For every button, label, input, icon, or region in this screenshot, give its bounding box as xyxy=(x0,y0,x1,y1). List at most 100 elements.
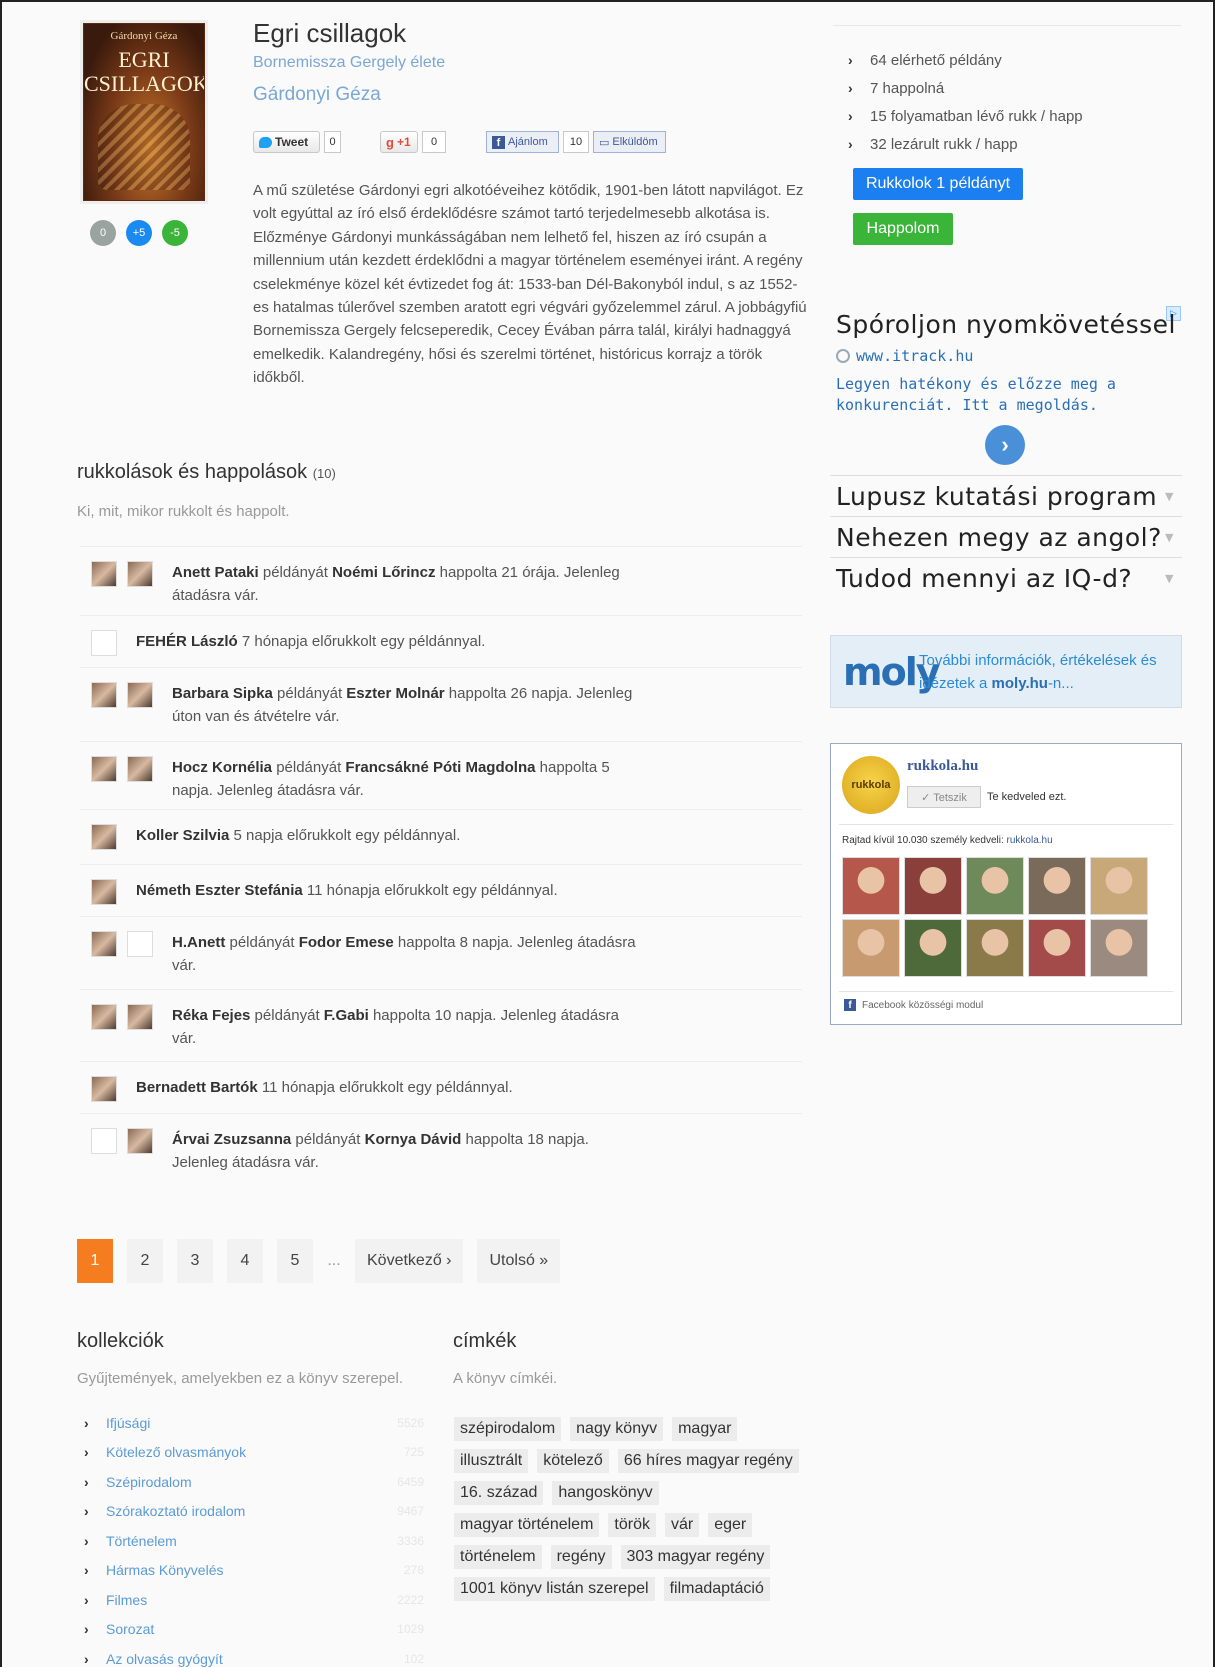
owner-avatar[interactable] xyxy=(91,931,117,957)
collection-item[interactable]: › Történelem 3336 xyxy=(84,1526,424,1556)
taker-avatar[interactable] xyxy=(127,1004,153,1030)
owner-name-link[interactable]: Árvai Zsuzsanna xyxy=(172,1131,291,1148)
ad-link-item[interactable]: Lupusz kutatási program ▼ xyxy=(830,475,1182,516)
rating-neutral-badge[interactable]: 0 xyxy=(90,220,116,246)
tag-link[interactable]: eger xyxy=(708,1513,753,1537)
tag-link[interactable]: török xyxy=(608,1513,656,1537)
page-1-button[interactable]: 1 xyxy=(77,1239,113,1283)
fb-like-button[interactable]: ✓ Tetszik xyxy=(907,786,981,808)
taker-avatar[interactable] xyxy=(127,756,153,782)
collection-item[interactable]: › Sorozat 1029 xyxy=(84,1615,424,1645)
collection-item[interactable]: › Ifjúsági 5526 xyxy=(84,1408,424,1438)
fan-avatar[interactable] xyxy=(842,857,900,915)
fan-avatar[interactable] xyxy=(1090,919,1148,977)
page-2-button[interactable]: 2 xyxy=(127,1239,163,1283)
last-page-button[interactable]: Utolsó » xyxy=(477,1239,561,1283)
tag-link[interactable]: magyar xyxy=(672,1417,738,1441)
collection-item[interactable]: › Hármas Könyvelés 278 xyxy=(84,1556,424,1586)
stat-item[interactable]: › 15 folyamatban lévő rukk / happ xyxy=(848,102,1083,130)
stat-item[interactable]: › 64 elérhető példány xyxy=(848,46,1083,74)
tag-link[interactable]: nagy könyv xyxy=(570,1417,664,1441)
fan-avatar[interactable] xyxy=(966,857,1024,915)
rating-minus-badge[interactable]: -5 xyxy=(162,220,188,246)
collection-item[interactable]: › Kötelező olvasmányok 725 xyxy=(84,1438,424,1468)
owner-avatar[interactable] xyxy=(91,1076,117,1102)
moly-banner[interactable]: moly További információk, értékelések és… xyxy=(830,635,1182,708)
taker-name-link[interactable]: Noémi Lőrincz xyxy=(332,564,435,581)
collection-item[interactable]: › Szórakoztató irodalom 9467 xyxy=(84,1497,424,1527)
owner-name-link[interactable]: FEHÉR László xyxy=(136,633,238,650)
gplus-button[interactable]: g +1 xyxy=(380,131,418,153)
taker-avatar[interactable] xyxy=(127,1128,153,1154)
owner-name-link[interactable]: H.Anett xyxy=(172,934,225,951)
collection-name-link[interactable]: Kötelező olvasmányok xyxy=(106,1444,404,1460)
fan-avatar[interactable] xyxy=(904,919,962,977)
collection-name-link[interactable]: Ifjúsági xyxy=(106,1415,397,1431)
collection-item[interactable]: › Az olvasás gyógyít 102 xyxy=(84,1644,424,1667)
owner-avatar[interactable] xyxy=(91,630,117,656)
fb-count-link[interactable]: rukkola.hu xyxy=(1007,835,1053,846)
tag-link[interactable]: hangoskönyv xyxy=(552,1481,659,1505)
owner-avatar[interactable] xyxy=(91,824,117,850)
tag-link[interactable]: 16. század xyxy=(454,1481,544,1505)
collection-name-link[interactable]: Sorozat xyxy=(106,1621,397,1637)
fan-avatar[interactable] xyxy=(842,919,900,977)
owner-avatar[interactable] xyxy=(91,561,117,587)
collection-item[interactable]: › Szépirodalom 6459 xyxy=(84,1467,424,1497)
fan-avatar[interactable] xyxy=(966,919,1024,977)
owner-name-link[interactable]: Barbara Sipka xyxy=(172,685,273,702)
collection-name-link[interactable]: Szórakoztató irodalom xyxy=(106,1503,397,1519)
ad-url-link[interactable]: www.itrack.hu xyxy=(836,347,973,365)
collection-item[interactable]: › Filmes 2222 xyxy=(84,1585,424,1615)
fan-avatar[interactable] xyxy=(904,857,962,915)
rukk-button[interactable]: Rukkolok 1 példányt xyxy=(853,168,1023,200)
collection-name-link[interactable]: Hármas Könyvelés xyxy=(106,1562,404,1578)
owner-avatar[interactable] xyxy=(91,682,117,708)
taker-name-link[interactable]: Kornya Dávid xyxy=(365,1131,462,1148)
ad-link-item[interactable]: Nehezen megy az angol? ▼ xyxy=(830,516,1182,557)
book-cover[interactable]: Gárdonyi Géza EGRI CSILLAGOK xyxy=(80,20,208,204)
tag-link[interactable]: történelem xyxy=(454,1545,542,1569)
fan-avatar[interactable] xyxy=(1028,919,1086,977)
fb-recommend-button[interactable]: f Ajánlom xyxy=(486,131,559,153)
ad-title-link[interactable]: Spóroljon nyomkövetéssel xyxy=(836,310,1176,339)
taker-name-link[interactable]: Eszter Molnár xyxy=(346,685,444,702)
tag-link[interactable]: filmadaptáció xyxy=(663,1577,770,1601)
tag-link[interactable]: 1001 könyv listán szerepel xyxy=(454,1577,655,1601)
ad-arrow-icon[interactable]: › xyxy=(985,425,1025,465)
page-5-button[interactable]: 5 xyxy=(277,1239,313,1283)
owner-avatar[interactable] xyxy=(91,756,117,782)
owner-avatar[interactable] xyxy=(91,1128,117,1154)
fb-page-name[interactable]: rukkola.hu xyxy=(907,758,978,775)
next-page-button[interactable]: Következő › xyxy=(355,1239,464,1283)
tag-link[interactable]: magyar történelem xyxy=(454,1513,600,1537)
rating-plus-badge[interactable]: +5 xyxy=(126,220,152,246)
rukkola-logo[interactable]: rukkola xyxy=(842,756,900,814)
book-author-link[interactable]: Gárdonyi Géza xyxy=(253,84,381,106)
tag-link[interactable]: vár xyxy=(664,1513,700,1537)
owner-name-link[interactable]: Németh Eszter Stefánia xyxy=(136,882,303,899)
owner-avatar[interactable] xyxy=(91,879,117,905)
taker-name-link[interactable]: Fodor Emese xyxy=(299,934,394,951)
collection-name-link[interactable]: Szépirodalom xyxy=(106,1474,397,1490)
tag-link[interactable]: 66 híres magyar regény xyxy=(617,1449,799,1473)
tag-link[interactable]: 303 magyar regény xyxy=(620,1545,771,1569)
fan-avatar[interactable] xyxy=(1090,857,1148,915)
tag-link[interactable]: regény xyxy=(550,1545,612,1569)
collection-name-link[interactable]: Filmes xyxy=(106,1592,397,1608)
owner-name-link[interactable]: Koller Szilvia xyxy=(136,827,229,844)
taker-name-link[interactable]: F.Gabi xyxy=(324,1007,369,1024)
taker-name-link[interactable]: Francsákné Póti Magdolna xyxy=(345,759,535,776)
collection-name-link[interactable]: Az olvasás gyógyít xyxy=(106,1651,404,1667)
page-4-button[interactable]: 4 xyxy=(227,1239,263,1283)
fan-avatar[interactable] xyxy=(1028,857,1086,915)
taker-avatar[interactable] xyxy=(127,682,153,708)
owner-name-link[interactable]: Hocz Kornélia xyxy=(172,759,272,776)
stat-item[interactable]: › 32 lezárult rukk / happ xyxy=(848,130,1083,158)
tag-link[interactable]: illusztrált xyxy=(454,1449,529,1473)
stat-item[interactable]: › 7 happolná xyxy=(848,74,1083,102)
owner-name-link[interactable]: Bernadett Bartók xyxy=(136,1079,258,1096)
page-3-button[interactable]: 3 xyxy=(177,1239,213,1283)
taker-avatar[interactable] xyxy=(127,561,153,587)
owner-name-link[interactable]: Réka Fejes xyxy=(172,1007,250,1024)
